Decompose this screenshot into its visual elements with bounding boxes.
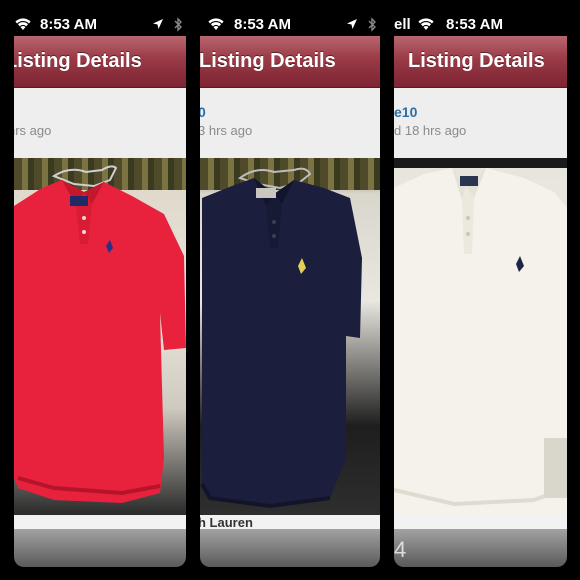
listing-photo[interactable]	[14, 158, 186, 515]
clock: 8:53 AM	[40, 16, 97, 33]
listing-screenshot-navy: 8:53 AM Listing Details 0 3 hrs ago h La…	[200, 14, 380, 567]
listing-meta: hrs ago	[14, 88, 186, 158]
clock: 8:53 AM	[234, 16, 291, 33]
listing-screenshot-white: ell 8:53 AM Listing Details e10 d 18 hrs…	[394, 14, 567, 567]
status-bar: ell 8:53 AM	[394, 14, 567, 36]
page-title: Listing Details	[200, 50, 336, 72]
seller-link[interactable]: e10	[394, 104, 417, 120]
nav-bar: Listing Details	[200, 36, 380, 88]
bottom-toolbar	[14, 529, 186, 567]
listing-screenshot-red: 8:53 AM Listing Details hrs ago	[14, 14, 186, 567]
carrier-name: ell	[394, 16, 411, 33]
listing-photo[interactable]	[200, 158, 380, 515]
nav-bar: Listing Details	[394, 36, 567, 88]
seller-link[interactable]: 0	[200, 104, 206, 120]
clock: 8:53 AM	[446, 16, 503, 33]
page-title: Listing Details	[408, 50, 545, 72]
status-bar: 8:53 AM	[200, 14, 380, 36]
bluetooth-icon	[368, 17, 376, 32]
listing-photo[interactable]	[394, 158, 567, 515]
red-polo-shirt	[14, 165, 186, 503]
posted-time: 3 hrs ago	[200, 123, 253, 138]
status-bar: 8:53 AM	[14, 14, 186, 36]
posted-time: hrs ago	[14, 123, 52, 138]
toolbar-count: 4	[394, 537, 407, 562]
listing-caption	[14, 515, 186, 529]
bottom-toolbar	[200, 529, 380, 567]
location-arrow-icon	[347, 19, 357, 29]
white-polo-shirt	[394, 168, 567, 515]
wifi-icon	[208, 18, 224, 30]
listing-meta: 0 3 hrs ago	[200, 88, 380, 158]
nav-bar: Listing Details	[14, 36, 186, 88]
wifi-icon	[418, 18, 434, 30]
listing-caption	[394, 515, 567, 529]
page-title: Listing Details	[14, 50, 142, 72]
wifi-icon	[15, 18, 31, 30]
listing-meta: e10 d 18 hrs ago	[394, 88, 567, 158]
bluetooth-icon	[174, 17, 182, 32]
navy-polo-shirt	[200, 167, 362, 509]
bottom-toolbar: 4	[394, 529, 567, 567]
listing-caption: h Lauren	[200, 515, 380, 529]
posted-time: d 18 hrs ago	[394, 123, 467, 138]
location-arrow-icon	[153, 19, 163, 29]
